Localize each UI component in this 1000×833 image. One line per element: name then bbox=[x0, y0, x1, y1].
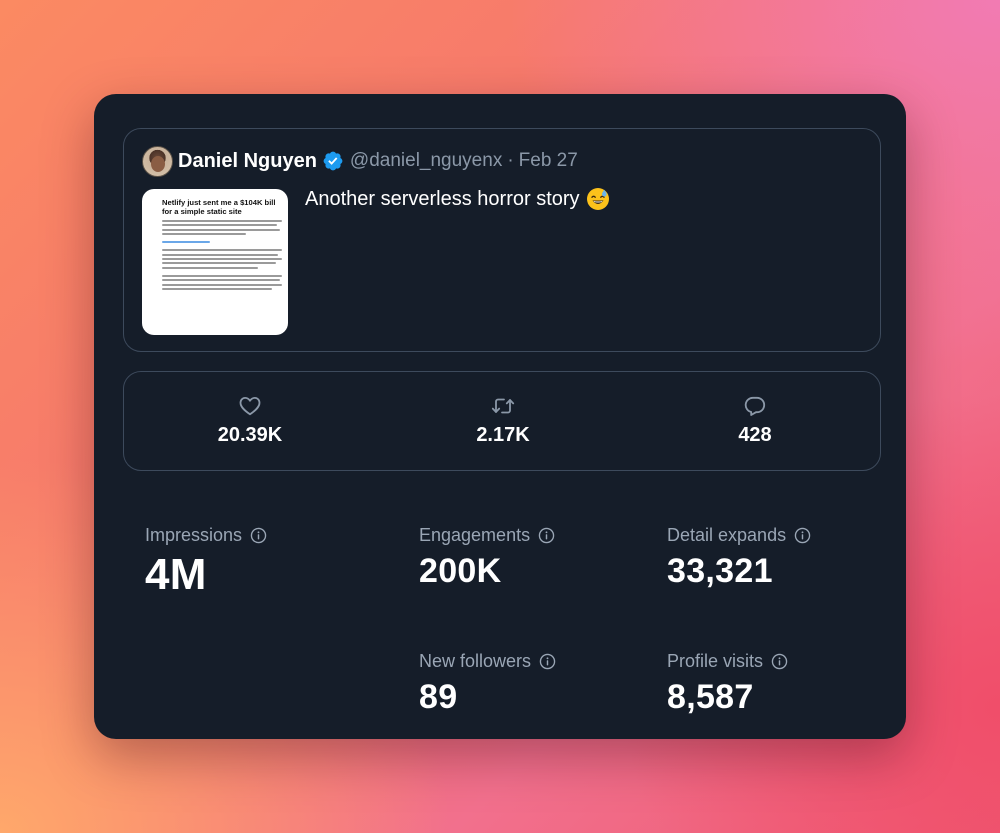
retweets-count: 2.17K bbox=[476, 424, 530, 446]
verified-badge-icon bbox=[322, 150, 344, 172]
engagement-bar: 20.39K 2.17K 428 bbox=[123, 371, 881, 471]
likes-metric[interactable]: 20.39K bbox=[180, 394, 320, 447]
tweet-text-container: Another serverless horror story bbox=[305, 187, 610, 211]
detail-expands-value: 33,321 bbox=[667, 552, 773, 590]
avatar[interactable] bbox=[142, 145, 173, 177]
retweets-metric[interactable]: 2.17K bbox=[433, 394, 573, 447]
detail-expands-label: Detail expands bbox=[667, 525, 787, 545]
separator: · bbox=[507, 150, 514, 171]
info-icon[interactable] bbox=[539, 653, 556, 670]
info-icon[interactable] bbox=[794, 527, 811, 544]
profile-visits-stat: Profile visits 8,587 bbox=[667, 651, 788, 717]
grinning-sweat-emoji-icon bbox=[586, 187, 610, 211]
impressions-value: 4M bbox=[145, 550, 207, 599]
author-handle[interactable]: @daniel_nguyenx bbox=[350, 150, 502, 172]
info-icon[interactable] bbox=[250, 527, 267, 544]
profile-visits-value: 8,587 bbox=[667, 678, 754, 716]
media-headline: Netlify just sent me a $104K bill for a … bbox=[162, 198, 276, 216]
engagements-value: 200K bbox=[419, 552, 502, 590]
replies-metric[interactable]: 428 bbox=[685, 394, 825, 447]
new-followers-value: 89 bbox=[419, 678, 458, 716]
impressions-stat: Impressions 4M bbox=[145, 525, 267, 600]
tweet-date[interactable]: Feb 27 bbox=[519, 150, 578, 172]
new-followers-label: New followers bbox=[419, 651, 532, 671]
reply-icon bbox=[743, 394, 767, 418]
engagements-label: Engagements bbox=[419, 525, 531, 545]
impressions-label: Impressions bbox=[145, 525, 243, 545]
info-icon[interactable] bbox=[538, 527, 555, 544]
tweet-header: Daniel Nguyen @daniel_nguyenx · Feb 27 bbox=[142, 145, 578, 177]
new-followers-stat: New followers 89 bbox=[419, 651, 556, 717]
profile-visits-label: Profile visits bbox=[667, 651, 764, 671]
retweet-icon bbox=[491, 394, 515, 418]
info-icon[interactable] bbox=[771, 653, 788, 670]
tweet-analytics-card: Daniel Nguyen @daniel_nguyenx · Feb 27 N… bbox=[94, 94, 906, 739]
detail-expands-stat: Detail expands 33,321 bbox=[667, 525, 811, 591]
tweet-text: Another serverless horror story bbox=[305, 187, 580, 210]
replies-count: 428 bbox=[738, 424, 772, 446]
likes-count: 20.39K bbox=[217, 424, 283, 446]
tweet-media-thumbnail[interactable]: Netlify just sent me a $104K bill for a … bbox=[142, 189, 288, 335]
author-name[interactable]: Daniel Nguyen bbox=[178, 150, 317, 173]
engagements-stat: Engagements 200K bbox=[419, 525, 555, 591]
heart-icon bbox=[238, 394, 262, 418]
tweet-preview[interactable]: Daniel Nguyen @daniel_nguyenx · Feb 27 N… bbox=[123, 128, 881, 352]
